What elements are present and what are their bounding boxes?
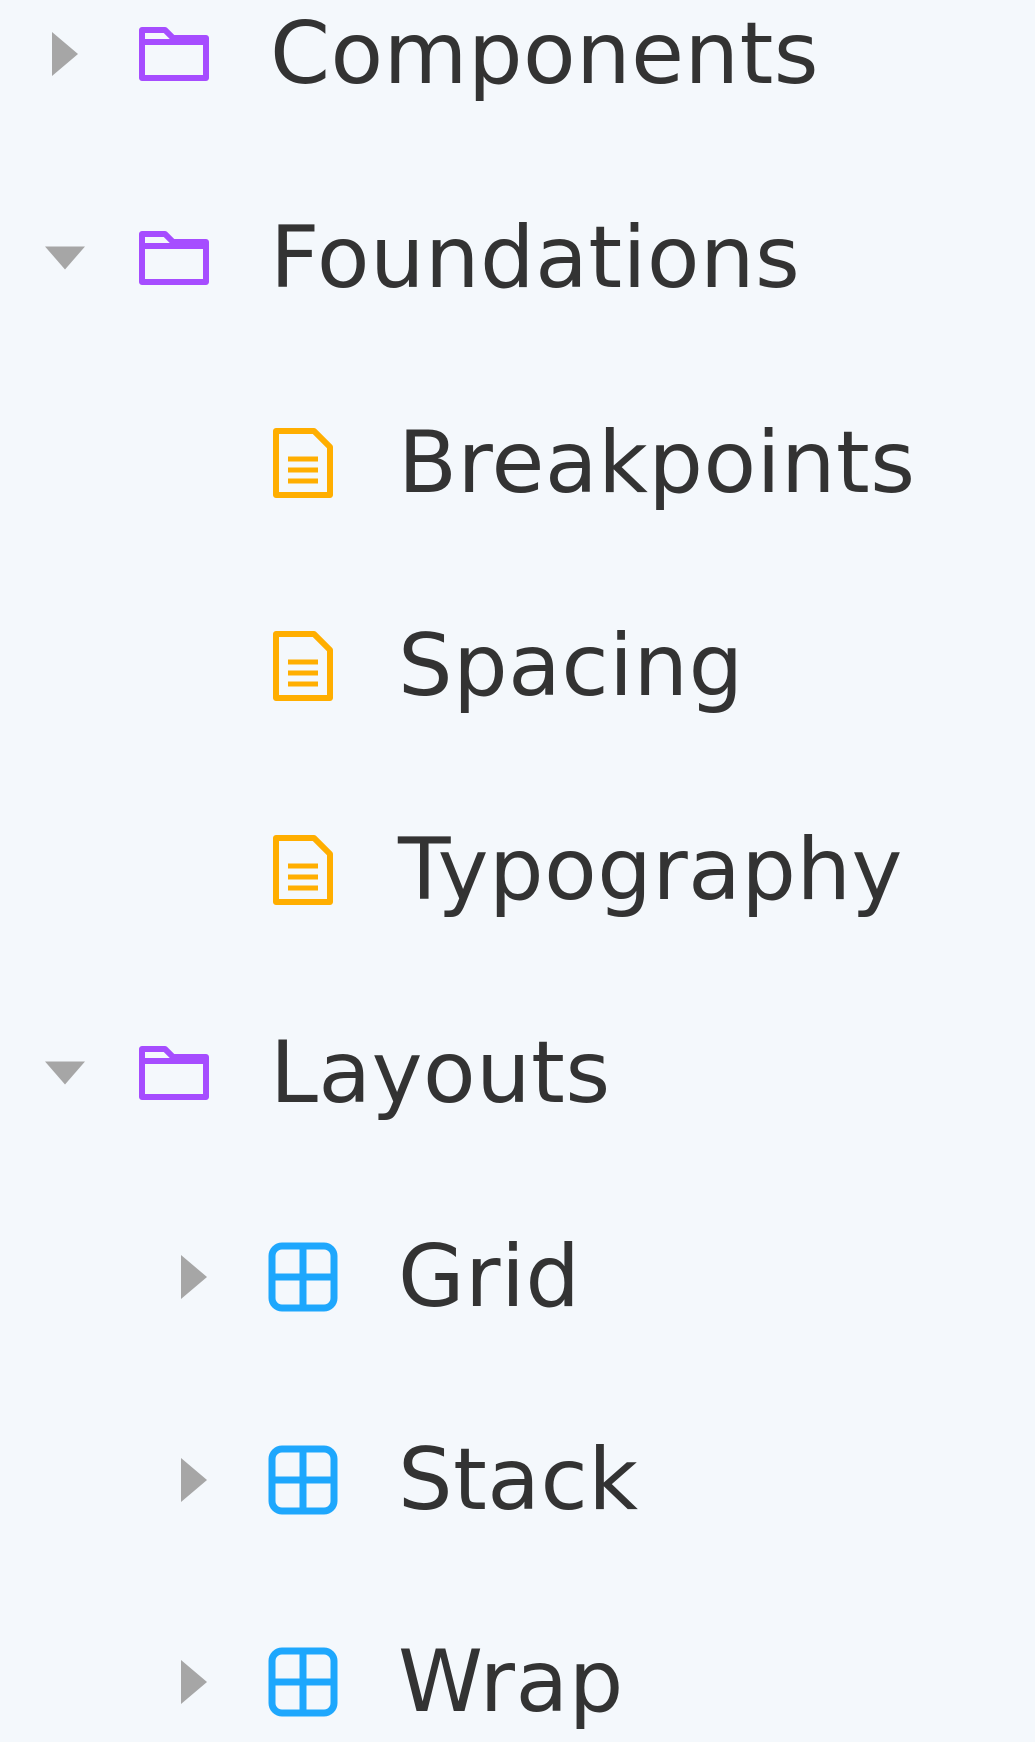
caret-right-icon[interactable] <box>174 1622 214 1742</box>
caret-down-icon[interactable] <box>45 198 85 318</box>
folder-icon <box>138 1013 210 1133</box>
tree-item-spacing[interactable]: Spacing <box>0 606 1035 726</box>
tree-item-wrap[interactable]: Wrap <box>0 1622 1035 1742</box>
component-grid-icon <box>268 1622 338 1742</box>
tree-item-label: Breakpoints <box>398 413 916 513</box>
document-icon <box>272 810 334 930</box>
document-icon <box>272 606 334 726</box>
tree-item-breakpoints[interactable]: Breakpoints <box>0 403 1035 523</box>
tree-item-label: Spacing <box>398 616 744 716</box>
tree-item-label: Stack <box>398 1430 639 1530</box>
folder-icon <box>138 0 210 114</box>
caret-right-icon[interactable] <box>174 1217 214 1337</box>
tree-item-label: Layouts <box>270 1023 611 1123</box>
tree-item-typography[interactable]: Typography <box>0 810 1035 930</box>
sidebar-tree: Components Foundations Breakpoints Spaci… <box>0 0 1035 1741</box>
tree-item-components[interactable]: Components <box>0 0 1035 114</box>
tree-item-foundations[interactable]: Foundations <box>0 198 1035 318</box>
caret-down-icon[interactable] <box>45 1013 85 1133</box>
tree-item-label: Wrap <box>398 1632 624 1732</box>
tree-item-grid[interactable]: Grid <box>0 1217 1035 1337</box>
document-icon <box>272 403 334 523</box>
component-grid-icon <box>268 1420 338 1540</box>
tree-item-label: Foundations <box>270 208 801 308</box>
component-grid-icon <box>268 1217 338 1337</box>
tree-item-layouts[interactable]: Layouts <box>0 1013 1035 1133</box>
tree-item-label: Typography <box>398 820 903 920</box>
caret-right-icon[interactable] <box>174 1420 214 1540</box>
caret-right-icon[interactable] <box>45 0 85 114</box>
tree-item-stack[interactable]: Stack <box>0 1420 1035 1540</box>
tree-item-label: Grid <box>398 1227 581 1327</box>
tree-item-label: Components <box>270 4 820 104</box>
folder-icon <box>138 198 210 318</box>
